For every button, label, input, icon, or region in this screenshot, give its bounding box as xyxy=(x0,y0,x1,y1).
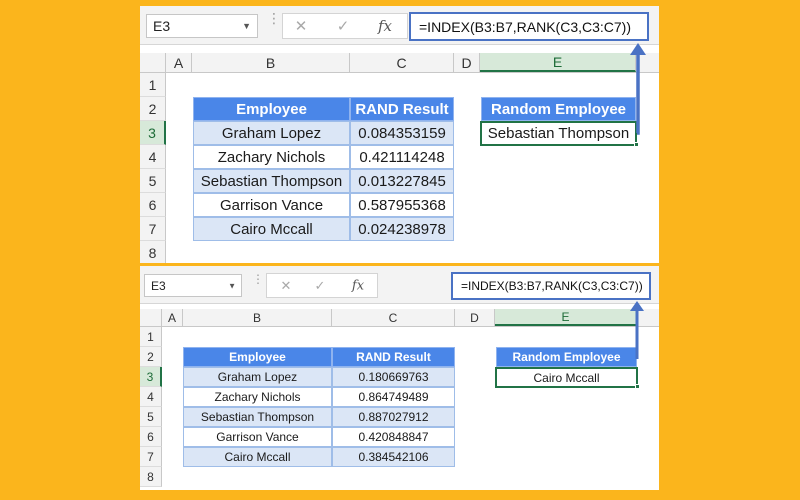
arrow-connector xyxy=(630,43,646,135)
arrow-head-icon xyxy=(630,301,644,311)
spreadsheet-panel-bottom: E3 ▼ ⋮ ✕ ✓ fx =INDEX(B3:B7,RANK(C3,C3:C7… xyxy=(140,266,659,490)
spreadsheet-panel-top: E3 ▼ ⋮ ✕ ✓ fx =INDEX(B3:B7,RANK(C3,C3:C7… xyxy=(140,6,659,263)
arrow-connector xyxy=(630,301,644,359)
arrow-line xyxy=(636,51,640,135)
arrow-head-icon xyxy=(630,43,646,55)
